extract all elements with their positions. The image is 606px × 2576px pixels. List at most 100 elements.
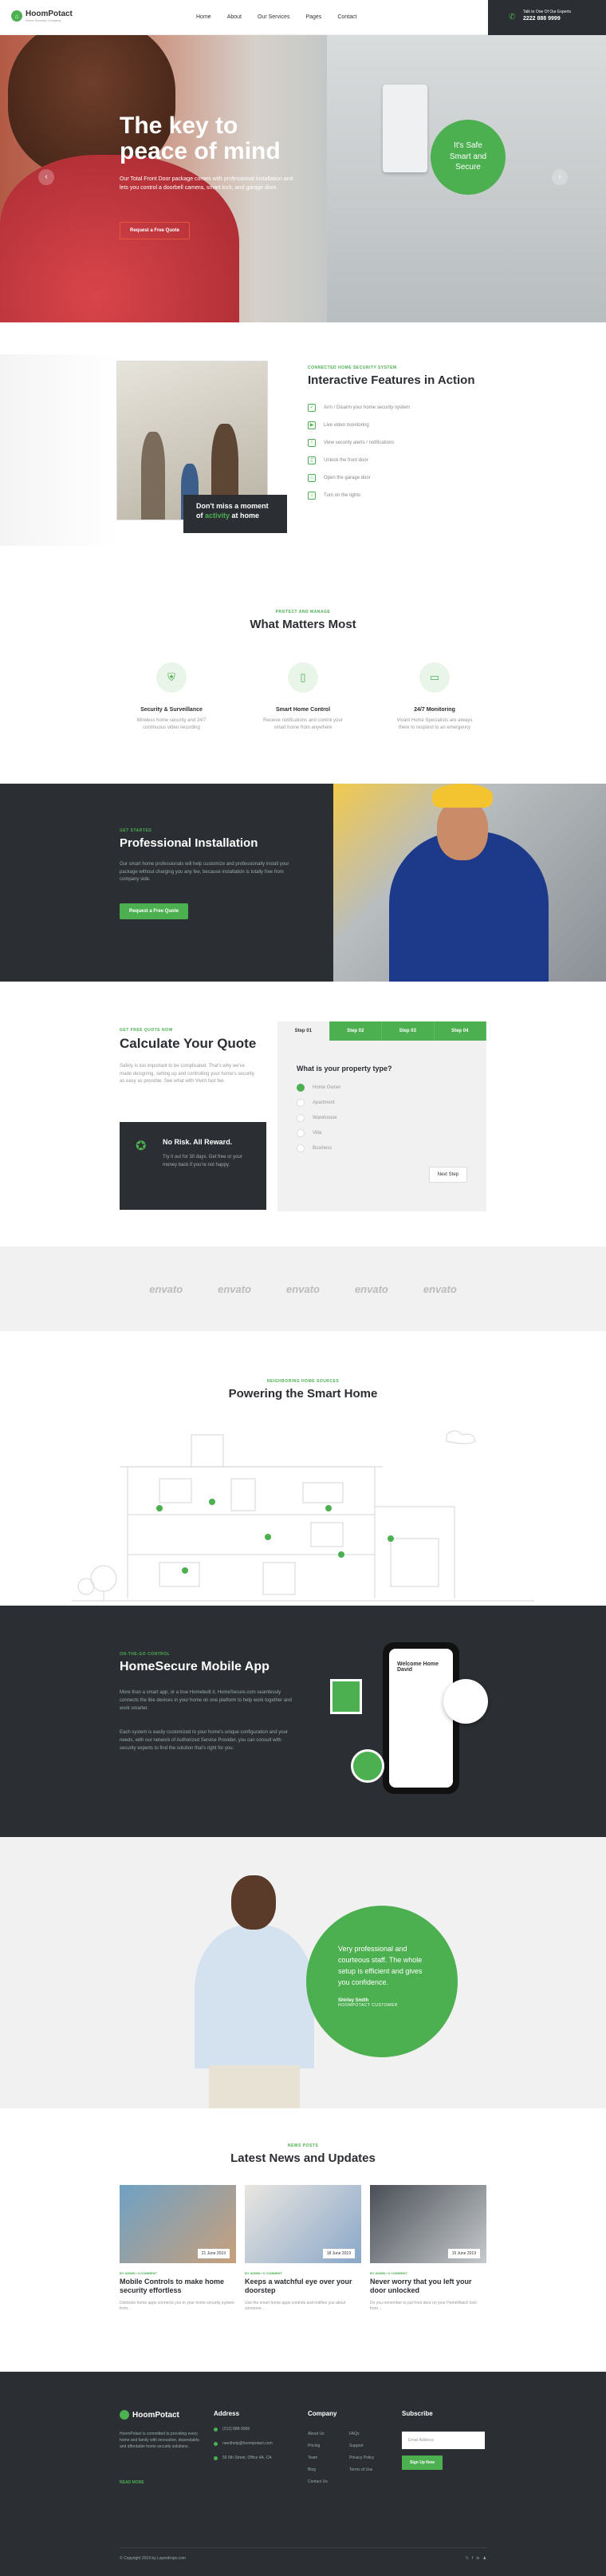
- list-item: ✓ Arm / Disarm your home security system: [308, 399, 410, 417]
- footer-heading: Address: [214, 2410, 240, 2417]
- address-line: (212) 888-9999: [214, 2427, 273, 2432]
- option-business[interactable]: Business: [297, 1144, 486, 1152]
- quote-section: GET FREE QUOTE NOW Calculate Your Quote …: [0, 982, 606, 1245]
- option-apartment[interactable]: Apartment: [297, 1099, 486, 1107]
- location-icon: [214, 2455, 218, 2460]
- footer-link[interactable]: Privacy Policy: [349, 2455, 391, 2460]
- tab-step-01[interactable]: Step 01: [277, 1021, 330, 1041]
- customer-photo: [195, 1869, 314, 2113]
- footer-company: Company About Us FAQs Pricing Support Te…: [308, 2410, 391, 2484]
- quote-form: Step 01 Step 02 Step 03 Step 04 What is …: [277, 1021, 486, 1211]
- feature-label: Live video monitoring: [324, 423, 369, 428]
- footer-link[interactable]: About Us: [308, 2432, 349, 2436]
- news-headline[interactable]: Mobile Controls to make home security ef…: [120, 2278, 236, 2296]
- news-image[interactable]: 15 June 2019: [370, 2185, 486, 2263]
- news-card[interactable]: 18 June 2019 BY ADMIN / 0 COMMENT Keeps …: [245, 2185, 361, 2313]
- footer-link[interactable]: Support: [349, 2444, 391, 2448]
- installation-section: GET STARTED Professional Installation Ou…: [0, 784, 606, 982]
- next-step-button[interactable]: Next Step: [428, 1167, 467, 1183]
- installer-hat: [432, 784, 493, 808]
- option-warehouse[interactable]: Warehouse: [297, 1114, 486, 1122]
- news-image[interactable]: 18 June 2019: [245, 2185, 361, 2263]
- nav-item-services[interactable]: Our Services: [258, 14, 289, 20]
- radio[interactable]: [297, 1114, 305, 1122]
- faded-photo: [0, 354, 120, 546]
- footer-link[interactable]: Team: [308, 2455, 349, 2460]
- footer-link[interactable]: FAQs: [349, 2432, 391, 2436]
- tab-step-03[interactable]: Step 03: [382, 1021, 435, 1041]
- list-item: ▶ Live video monitoring: [308, 417, 410, 434]
- brand-logo[interactable]: ⌂ HoomPotact Home Security Company: [11, 10, 73, 22]
- tab-step-02[interactable]: Step 02: [329, 1021, 382, 1041]
- linkedin-icon[interactable]: in: [476, 2556, 479, 2561]
- safe-badge: It's Safe Smart and Secure: [431, 120, 506, 195]
- twitter-icon[interactable]: 𝕏: [466, 2556, 469, 2561]
- hero-section: It's Safe Smart and Secure The key to pea…: [0, 35, 606, 322]
- address-text: 55 6th Street, Office 4A, CA: [222, 2455, 272, 2460]
- nav-item-about[interactable]: About: [227, 14, 242, 20]
- testimonial-section: Very professional and courteous staff. T…: [0, 1837, 606, 2113]
- radio-checked[interactable]: [297, 1084, 305, 1092]
- quote-question: What is your property type?: [297, 1065, 392, 1073]
- news-excerpt: Use the smart home apps controls and not…: [245, 2300, 346, 2312]
- option-villa[interactable]: Villa: [297, 1129, 486, 1137]
- screen-title: David: [397, 1667, 413, 1673]
- client-logo[interactable]: envato: [423, 1283, 457, 1295]
- list-item: ▯ Unlock the front door: [308, 452, 410, 469]
- option-home-owner[interactable]: Home Owner: [297, 1084, 486, 1092]
- service-text: Vivant Home Specialists are always there…: [396, 718, 473, 730]
- news-image[interactable]: 21 June 2019: [120, 2185, 236, 2263]
- hero-quote-button[interactable]: Request a Free Quote: [120, 222, 191, 239]
- installer-head: [437, 800, 488, 860]
- bulb-icon: ☼: [308, 492, 316, 500]
- footer-link[interactable]: Terms of Use: [349, 2467, 391, 2472]
- callout-text: at home: [230, 511, 260, 520]
- service-text: Receive notifications and control your s…: [263, 718, 343, 730]
- install-quote-button[interactable]: Request a Free Quote: [120, 903, 189, 919]
- facebook-icon[interactable]: f: [472, 2556, 473, 2561]
- footer-link[interactable]: Contact Us: [308, 2479, 349, 2484]
- feature-list: ✓ Arm / Disarm your home security system …: [308, 399, 410, 504]
- powering-kicker: NEIGHBORING HOME SOURCES: [266, 1379, 340, 1384]
- news-date: 15 June 2019: [447, 2249, 480, 2258]
- client-logo[interactable]: envato: [149, 1283, 183, 1295]
- no-risk-box: ✪ No Risk. All Reward. Try it out for 30…: [120, 1122, 266, 1210]
- award-icon: ✪: [136, 1140, 147, 1153]
- news-meta: BY ADMIN / 0 COMMENT: [120, 2271, 157, 2275]
- call-label: Talk to One Of Our Experts: [523, 10, 572, 14]
- email-field[interactable]: Email Address: [402, 2432, 485, 2449]
- news-headline[interactable]: Keeps a watchful eye over your doorstep: [245, 2278, 361, 2296]
- tab-step-04[interactable]: Step 04: [434, 1021, 486, 1041]
- call-box[interactable]: ✆ Talk to One Of Our Experts 2222 888 99…: [488, 0, 606, 35]
- user-icon[interactable]: ♟: [483, 2556, 486, 2561]
- signup-button[interactable]: Sign Up Now: [402, 2455, 443, 2470]
- news-card[interactable]: 15 June 2019 BY ADMIN / 0 COMMENT Never …: [370, 2185, 486, 2313]
- slider-prev-icon[interactable]: ‹: [38, 169, 54, 185]
- client-logo[interactable]: envato: [355, 1283, 388, 1295]
- option-label: Business: [313, 1146, 333, 1151]
- footer-link[interactable]: Blog: [308, 2467, 349, 2472]
- client-logo[interactable]: envato: [218, 1283, 251, 1295]
- news-card[interactable]: 21 June 2019 BY ADMIN / 0 COMMENT Mobile…: [120, 2185, 236, 2313]
- footer-logo[interactable]: HoomPotact: [120, 2410, 179, 2420]
- service-title: Smart Home Control: [275, 707, 331, 713]
- quote-text: Safety is too important to be complicate…: [120, 1064, 254, 1085]
- install-title: Professional Installation: [120, 836, 258, 850]
- slider-next-icon[interactable]: ›: [552, 169, 568, 185]
- radio[interactable]: [297, 1144, 305, 1152]
- nav-item-home[interactable]: Home: [196, 14, 211, 20]
- radio[interactable]: [297, 1099, 305, 1107]
- list-item: ! View security alerts / notifications: [308, 434, 410, 452]
- customer-pants: [209, 2065, 300, 2113]
- nav-item-pages[interactable]: Pages: [305, 14, 321, 20]
- footer-link[interactable]: Pricing: [308, 2444, 349, 2448]
- phone-screen: Welcome Home David: [389, 1649, 453, 1788]
- testimonial-quote: Very professional and courteous staff. T…: [338, 1945, 423, 1986]
- client-logo[interactable]: envato: [286, 1283, 320, 1295]
- radio[interactable]: [297, 1129, 305, 1137]
- address-text[interactable]: needhelp@hoompotact.com: [222, 2441, 273, 2446]
- read-more-link[interactable]: READ MORE: [120, 2480, 144, 2485]
- news-headline[interactable]: Never worry that you left your door unlo…: [370, 2278, 486, 2296]
- footer-subscribe: Subscribe Email Address Sign Up Now: [402, 2410, 485, 2470]
- nav-item-contact[interactable]: Contact: [337, 14, 356, 20]
